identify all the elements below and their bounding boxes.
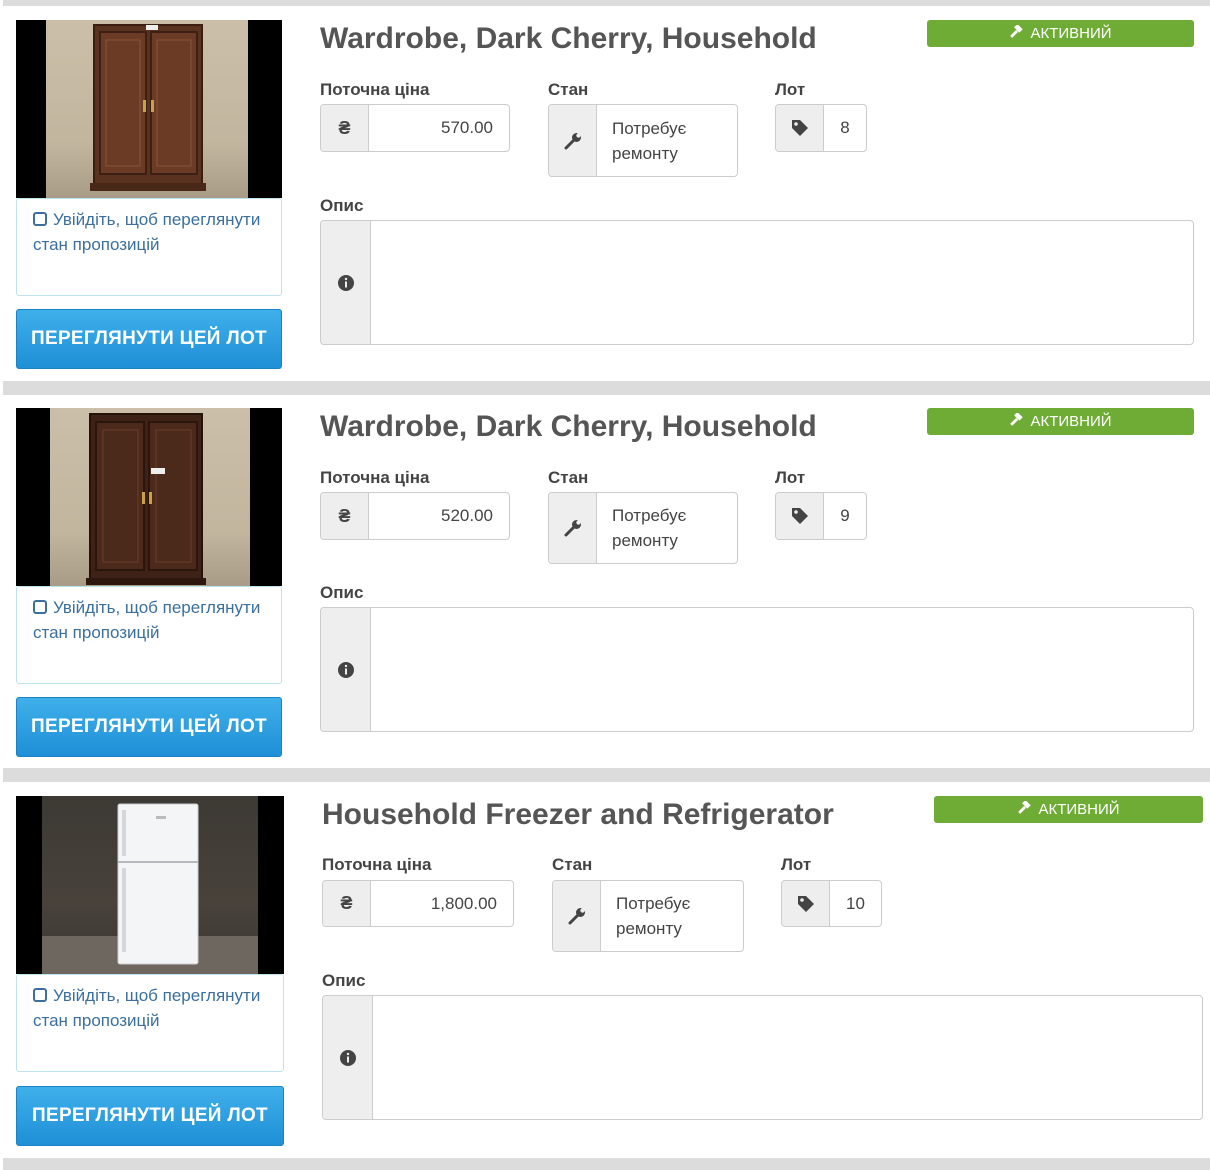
price-value: 570.00 [441, 118, 493, 137]
gavel-icon [1010, 23, 1024, 38]
refrigerator-image [42, 803, 258, 974]
price-label: Поточна ціна [320, 468, 430, 487]
lot-number-value: 10 [846, 893, 865, 913]
checkbox-icon [33, 600, 47, 614]
wrench-icon [553, 881, 601, 951]
wardrobe-image [90, 24, 206, 191]
login-prompt-text[interactable]: Увійдіть, щоб переглянути стан пропозиці… [33, 210, 260, 254]
info-circle-icon [321, 608, 371, 731]
login-to-view-bids[interactable]: Увійдіть, щоб переглянути стан пропозиці… [16, 198, 282, 296]
condition-value: Потребує ремонту [616, 894, 691, 938]
hryvnia-icon: ₴ [321, 493, 369, 539]
lot-separator [3, 768, 1210, 782]
price-value: 520.00 [441, 506, 493, 525]
price-field: ₴ 1,800.00 [322, 880, 514, 927]
login-prompt-text[interactable]: Увійдіть, щоб переглянути стан пропозиці… [33, 986, 260, 1030]
status-text: АКТИВНИЙ [1038, 801, 1120, 818]
status-badge: АКТИВНИЙ [927, 20, 1194, 47]
price-field: ₴ 520.00 [320, 492, 510, 540]
price-label: Поточна ціна [322, 855, 432, 874]
lot-card: Увійдіть, щоб переглянути стан пропозиці… [0, 408, 1210, 768]
lot-number-value: 9 [840, 506, 850, 525]
price-label: Поточна ціна [320, 80, 430, 99]
condition-label: Стан [548, 468, 589, 487]
description-value [373, 996, 1202, 1119]
lot-number-label: Лот [775, 80, 806, 99]
login-prompt-text[interactable]: Увійдіть, щоб переглянути стан пропозиці… [33, 598, 260, 642]
tag-icon [776, 105, 824, 151]
top-separator [3, 0, 1210, 6]
condition-field: Потребує ремонту [548, 492, 738, 564]
wrench-icon [549, 105, 597, 176]
status-badge: АКТИВНИЙ [934, 796, 1203, 823]
view-lot-button[interactable]: ПЕРЕГЛЯНУТИ ЦЕЙ ЛОТ [16, 309, 282, 369]
hryvnia-icon: ₴ [321, 105, 369, 151]
condition-value: Потребує ремонту [612, 118, 687, 163]
lot-number-field: 10 [781, 880, 882, 927]
wardrobe-image [86, 413, 206, 585]
checkbox-icon [33, 212, 47, 226]
description-field [320, 220, 1194, 345]
lot-number-field: 8 [775, 104, 867, 152]
view-lot-button[interactable]: ПЕРЕГЛЯНУТИ ЦЕЙ ЛОТ [16, 1086, 284, 1146]
lot-title[interactable]: Wardrobe, Dark Cherry, Household [320, 22, 817, 56]
lot-title[interactable]: Household Freezer and Refrigerator [322, 798, 834, 832]
description-label: Опис [320, 583, 364, 602]
lot-title[interactable]: Wardrobe, Dark Cherry, Household [320, 410, 817, 444]
lot-number-value: 8 [840, 118, 850, 137]
gavel-icon [1018, 799, 1032, 814]
condition-label: Стан [552, 855, 593, 874]
description-field [322, 995, 1203, 1120]
lot-number-label: Лот [781, 855, 812, 874]
lot-number-label: Лот [775, 468, 806, 487]
condition-value: Потребує ремонту [612, 506, 687, 550]
info-circle-icon [323, 996, 373, 1119]
price-field: ₴ 570.00 [320, 104, 510, 152]
gavel-icon [1010, 411, 1024, 426]
lot-card: Увійдіть, щоб переглянути стан пропозиці… [0, 796, 1210, 1156]
description-value [371, 608, 1193, 731]
status-text: АКТИВНИЙ [1030, 413, 1112, 430]
login-to-view-bids[interactable]: Увійдіть, щоб переглянути стан пропозиці… [16, 974, 284, 1072]
lot-card: Увійдіть, щоб переглянути стан пропозиці… [0, 20, 1210, 380]
bottom-separator [3, 1158, 1210, 1170]
lot-photo[interactable] [16, 408, 282, 586]
condition-field: Потребує ремонту [552, 880, 744, 952]
login-to-view-bids[interactable]: Увійдіть, щоб переглянути стан пропозиці… [16, 586, 282, 684]
status-badge: АКТИВНИЙ [927, 408, 1194, 435]
view-lot-button[interactable]: ПЕРЕГЛЯНУТИ ЦЕЙ ЛОТ [16, 697, 282, 757]
description-label: Опис [322, 971, 366, 990]
status-text: АКТИВНИЙ [1030, 25, 1112, 42]
description-value [371, 221, 1193, 344]
wrench-icon [549, 493, 597, 563]
checkbox-icon [33, 988, 47, 1002]
lot-separator [3, 381, 1210, 395]
condition-field: Потребує ремонту [548, 104, 738, 177]
lot-number-field: 9 [775, 492, 867, 540]
lot-photo[interactable] [16, 20, 282, 198]
condition-label: Стан [548, 80, 589, 99]
tag-icon [776, 493, 824, 539]
description-label: Опис [320, 196, 364, 215]
price-value: 1,800.00 [430, 893, 497, 913]
lot-photo[interactable] [16, 796, 284, 974]
hryvnia-icon: ₴ [323, 881, 371, 926]
info-circle-icon [321, 221, 371, 344]
tag-icon [782, 881, 830, 926]
description-field [320, 607, 1194, 732]
